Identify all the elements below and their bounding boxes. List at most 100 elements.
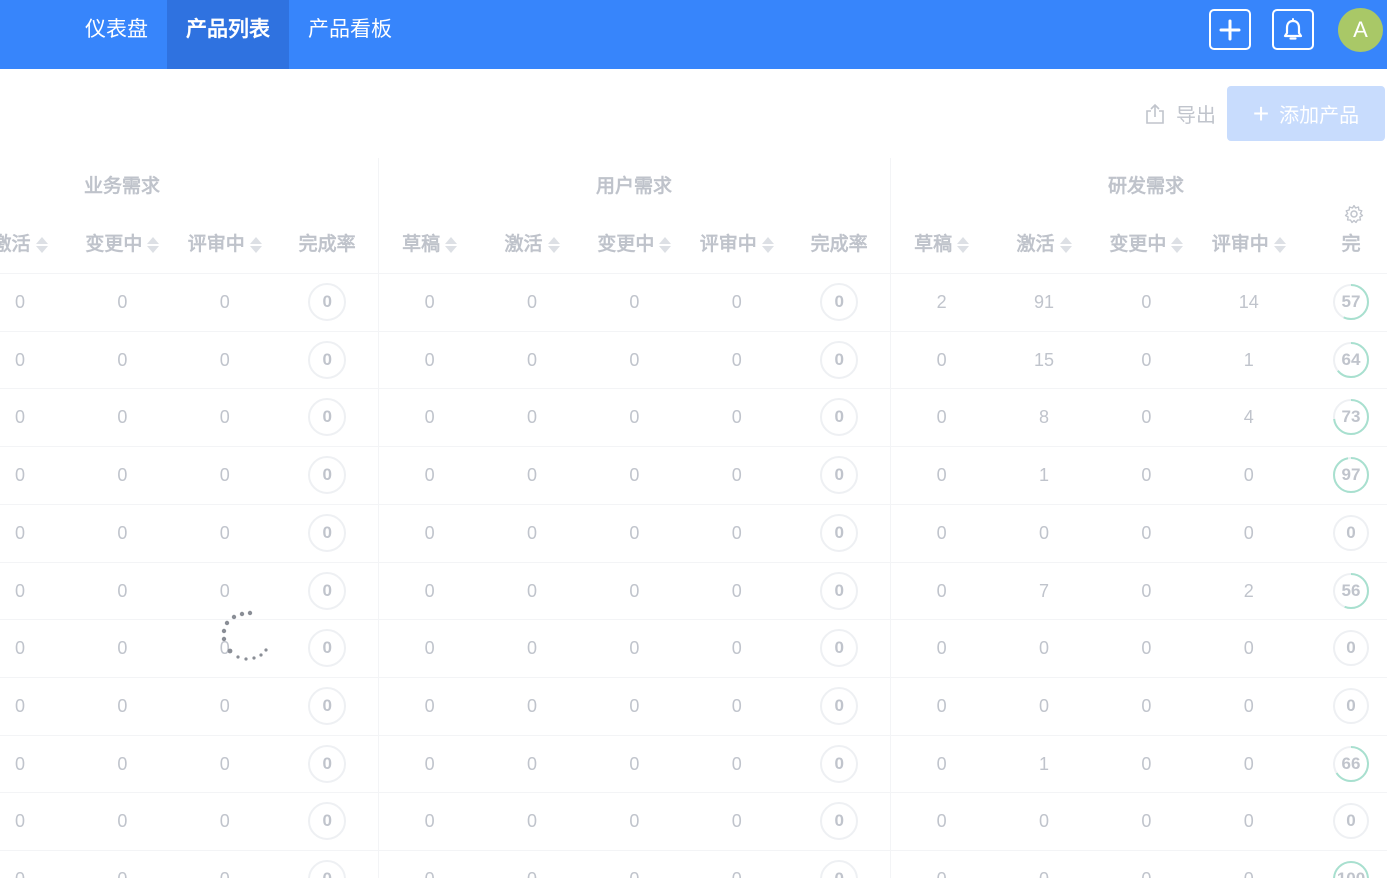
completion-rate: 0 (820, 340, 859, 379)
sort-icon[interactable] (1273, 236, 1286, 254)
column-header-label: 评审中 (187, 234, 245, 255)
column-header-6[interactable]: 变更中 (584, 216, 684, 273)
table-cell: 2 (936, 292, 947, 312)
page-toolbar: 导出 + 添加产品 (1144, 86, 1385, 141)
nav-item-1[interactable]: 产品列表 (167, 0, 289, 69)
completion-rate: 0 (820, 456, 859, 495)
sort-icon[interactable] (1059, 236, 1072, 254)
table-cell: 0 (629, 407, 640, 428)
column-header-0[interactable]: 激活 (0, 216, 70, 273)
table-cell: 0 (731, 292, 742, 312)
table-cell: 0 (629, 465, 640, 486)
column-header-label: 完成率 (810, 234, 868, 255)
sort-icon[interactable] (761, 236, 774, 254)
add-product-label: 添加产品 (1279, 105, 1360, 127)
nav-item-2[interactable]: 产品看板 (289, 0, 411, 69)
table-cell: 0 (731, 407, 742, 428)
table-cell: 0 (219, 407, 230, 428)
table-cell: 0 (526, 811, 537, 832)
table-cell: 0 (902, 850, 982, 878)
table-cell: 1 (1038, 753, 1049, 774)
completion-rate-value: 66 (1341, 753, 1361, 773)
table-cell: 0 (1141, 522, 1152, 543)
completion-rate: 0 (820, 860, 859, 878)
completion-rate: 0 (308, 802, 347, 841)
column-header-4[interactable]: 草稿 (380, 216, 480, 273)
table-cell: 0 (526, 638, 537, 659)
table-cell: 0 (731, 580, 742, 601)
column-header-label: 激活 (1016, 234, 1055, 255)
sort-icon[interactable] (1171, 236, 1184, 254)
quick-add-button[interactable] (1209, 9, 1251, 50)
export-button[interactable]: 导出 (1144, 99, 1216, 128)
table-cell: 0 (526, 753, 537, 774)
table-cell: 1 (1038, 465, 1049, 486)
column-header-9[interactable]: 草稿 (892, 216, 992, 273)
table-cell: 0 (936, 465, 947, 486)
table-cell: 0 (390, 850, 470, 878)
table-cell: 2 (1243, 580, 1254, 601)
table-cell: 0 (629, 695, 640, 716)
column-header-label: 变更中 (85, 234, 143, 255)
notifications-button[interactable] (1272, 9, 1314, 50)
nav-item-0[interactable]: 仪表盘 (66, 0, 167, 69)
table-cell: 1 (1243, 349, 1254, 370)
column-header-label: 草稿 (402, 234, 441, 255)
table-cell: 0 (629, 580, 640, 601)
table-cell: 0 (629, 753, 640, 774)
table-cell: 0 (424, 349, 435, 370)
table-cell: 0 (526, 349, 537, 370)
sort-icon[interactable] (547, 236, 560, 254)
user-avatar[interactable]: A (1338, 8, 1383, 52)
table-cell: 0 (731, 465, 742, 486)
completion-rate-value: 56 (1341, 580, 1361, 600)
column-header-2[interactable]: 评审中 (175, 216, 275, 273)
completion-rate: 73 (1332, 398, 1370, 436)
add-product-button[interactable]: + 添加产品 (1227, 86, 1385, 141)
column-header-12[interactable]: 评审中 (1199, 216, 1299, 273)
sort-icon[interactable] (147, 236, 160, 254)
table-cell: 0 (424, 465, 435, 486)
table-cell: 4 (1243, 407, 1254, 428)
sort-icon[interactable] (445, 236, 458, 254)
column-header-10[interactable]: 激活 (994, 216, 1094, 273)
table-cell: 0 (594, 850, 674, 878)
completion-rate: 0 (308, 398, 347, 437)
table-cell: 0 (936, 349, 947, 370)
column-header-1[interactable]: 变更中 (72, 216, 172, 273)
table-cell: 0 (117, 349, 128, 370)
table-cell: 0 (629, 811, 640, 832)
table-cell: 0 (936, 753, 947, 774)
sort-icon[interactable] (249, 236, 262, 254)
sort-icon[interactable] (35, 236, 48, 254)
table-cell: 0 (936, 695, 947, 716)
column-header-5[interactable]: 激活 (482, 216, 582, 273)
table-cell: 0 (14, 638, 25, 659)
table-cell: 0 (219, 811, 230, 832)
table-cell: 0 (117, 580, 128, 601)
completion-rate-value: 0 (1346, 811, 1356, 831)
completion-rate: 0 (1332, 802, 1370, 840)
table-cell: 0 (731, 753, 742, 774)
table-cell: 0 (731, 811, 742, 832)
group-header-0: 业务需求 (83, 176, 160, 197)
table-cell: 0 (1141, 407, 1152, 428)
export-label: 导出 (1176, 105, 1216, 127)
table-cell: 0 (1243, 695, 1254, 716)
table-cell: 0 (1141, 580, 1152, 601)
sort-icon[interactable] (659, 236, 672, 254)
column-header-11[interactable]: 变更中 (1096, 216, 1196, 273)
completion-rate: 0 (308, 686, 347, 725)
table-cell: 0 (629, 522, 640, 543)
completion-rate: 0 (820, 744, 859, 783)
table-cell: 0 (1038, 638, 1049, 659)
table-cell: 0 (1243, 753, 1254, 774)
table-cell: 0 (185, 850, 265, 878)
sort-icon[interactable] (957, 236, 970, 254)
table-cell: 0 (1141, 349, 1152, 370)
column-header-7[interactable]: 评审中 (687, 216, 787, 273)
table-cell: 0 (424, 638, 435, 659)
plus-icon: + (1252, 97, 1270, 129)
column-header-label: 变更中 (597, 234, 655, 255)
completion-rate: 0 (820, 686, 859, 725)
